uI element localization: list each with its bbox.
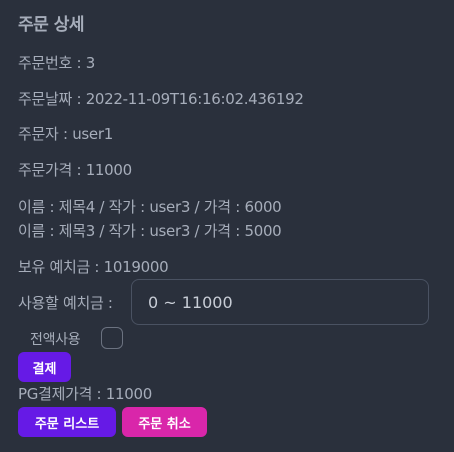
pg-amount: PG결제가격 : 11000 [18, 385, 152, 403]
deposit-row: 사용할 예치금 : [18, 279, 438, 327]
order-list-button[interactable]: 주문 리스트 [18, 407, 116, 437]
cancel-order-button[interactable]: 주문 취소 [122, 407, 207, 437]
order-item: 이름 : 제목4 / 작가 : user3 / 가격 : 6000 [18, 198, 282, 216]
deposit-balance: 보유 예치금 : 1019000 [18, 258, 169, 276]
deposit-label: 사용할 예치금 : [18, 294, 113, 312]
order-user: 주문자 : user1 [18, 125, 113, 143]
order-price: 주문가격 : 11000 [18, 161, 132, 179]
fullpay-checkbox[interactable] [101, 327, 123, 349]
order-item: 이름 : 제목3 / 작가 : user3 / 가격 : 5000 [18, 222, 282, 240]
deposit-input[interactable] [131, 279, 429, 325]
order-detail-page: 주문 상세 주문번호 : 3 주문날짜 : 2022-11-09T16:16:0… [0, 0, 454, 452]
fullpay-label: 전액사용 [30, 332, 81, 348]
order-number: 주문번호 : 3 [18, 54, 95, 72]
page-title: 주문 상세 [18, 15, 84, 35]
pay-button[interactable]: 결제 [18, 352, 71, 382]
order-date: 주문날짜 : 2022-11-09T16:16:02.436192 [18, 90, 304, 108]
